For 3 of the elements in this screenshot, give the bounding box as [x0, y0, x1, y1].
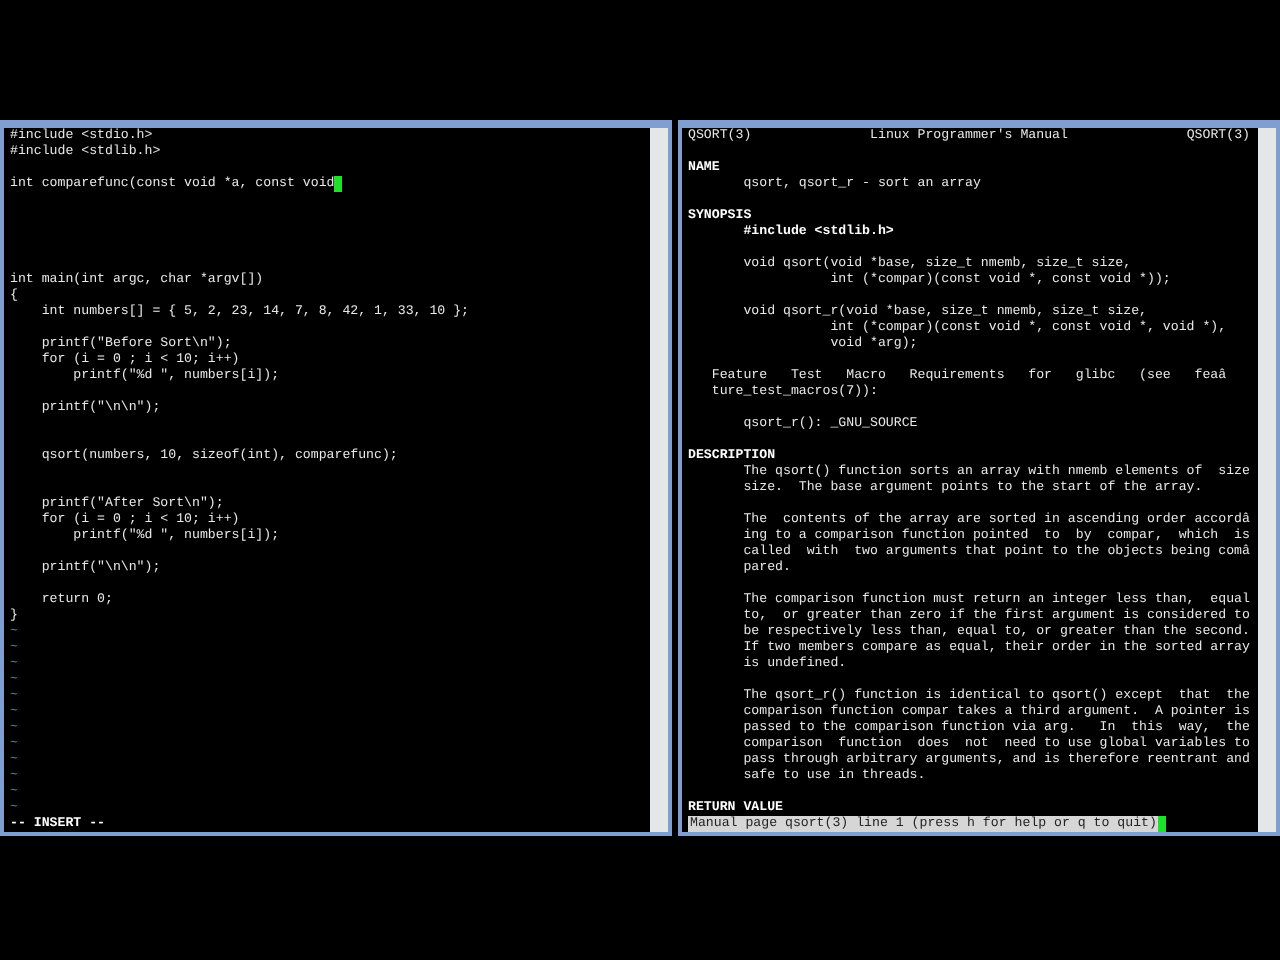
text-cursor [1158, 816, 1167, 832]
scrollbar[interactable] [1258, 128, 1276, 832]
scrollbar[interactable] [650, 128, 668, 832]
